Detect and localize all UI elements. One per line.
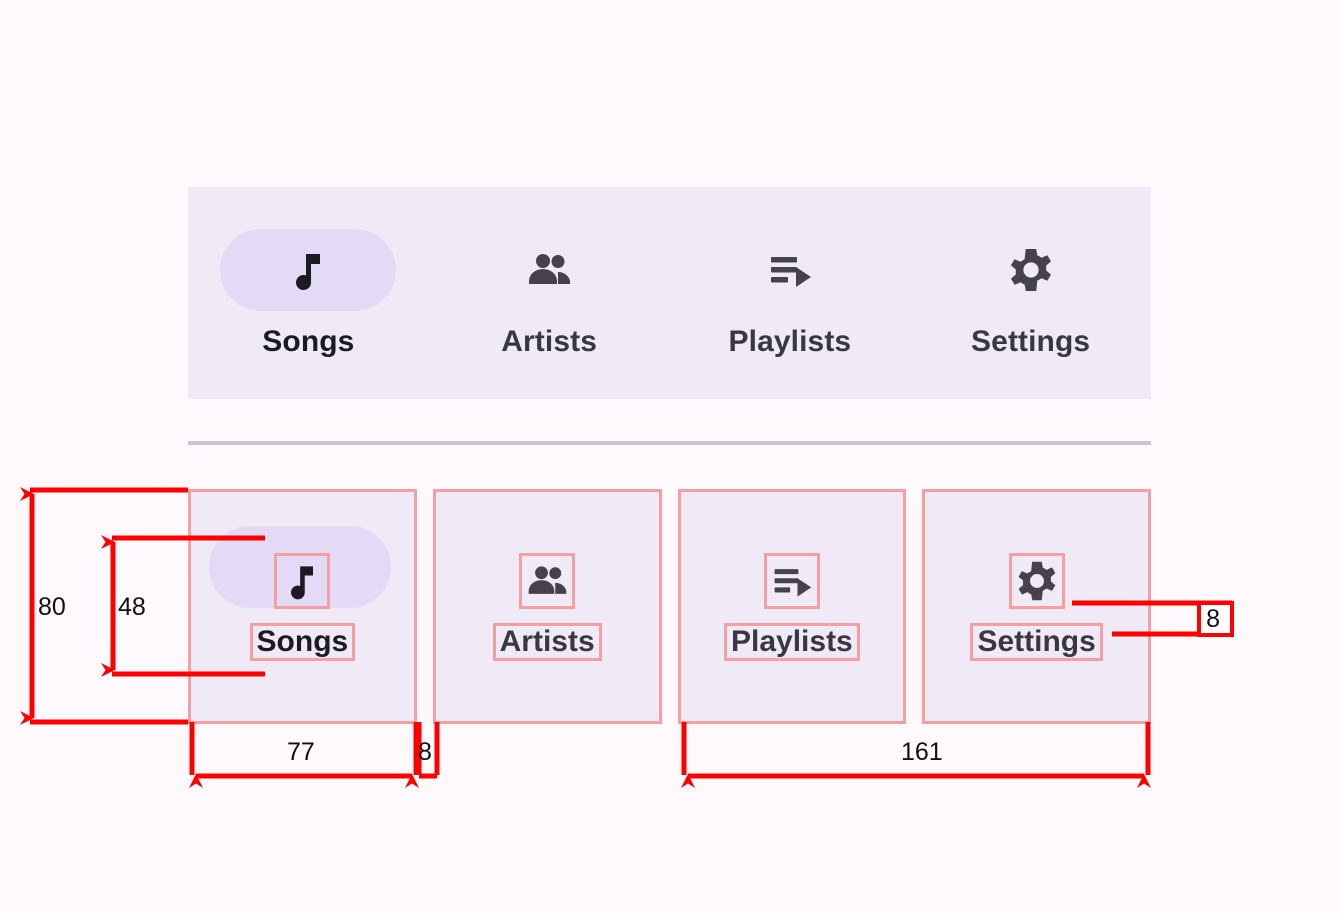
spec-icon-bounds-songs	[274, 552, 331, 609]
nav-label-artists: Artists	[501, 325, 597, 358]
spec-label-songs: Songs	[256, 624, 349, 658]
nav-item-settings[interactable]: Settings	[910, 187, 1151, 399]
music-note-icon	[291, 565, 314, 599]
spec-item-playlists[interactable]: Playlists	[677, 489, 907, 724]
spec-label-artists: Artists	[499, 624, 595, 658]
spec-item-settings[interactable]: Settings	[922, 489, 1151, 724]
spec-label-bounds-settings: Settings	[970, 622, 1103, 661]
dimension-annotations	[20, 487, 1232, 788]
spec-item-songs[interactable]: Songs	[188, 489, 417, 724]
nav-label-songs: Songs	[262, 325, 355, 358]
dim-pair-width: 161	[901, 738, 943, 766]
spec-icon-bounds-settings	[1008, 552, 1065, 609]
nav-indicator-playlists	[702, 229, 878, 311]
spec-label-playlists: Playlists	[731, 624, 853, 658]
dim-icon-size: 48	[118, 593, 146, 621]
nav-label-settings: Settings	[971, 325, 1091, 358]
dim-item-height: 80	[38, 593, 66, 621]
gear-icon	[1010, 249, 1051, 291]
spec-label-bounds-artists: Artists	[492, 622, 602, 661]
spec-canvas: Songs Artists Playlists Settings Songs A…	[0, 0, 1340, 913]
spec-label-settings: Settings	[977, 624, 1096, 658]
people-group-icon	[528, 565, 567, 594]
nav-item-artists[interactable]: Artists	[429, 187, 670, 399]
gear-icon	[1018, 561, 1055, 600]
nav-indicator-settings	[943, 229, 1119, 311]
section-divider	[188, 441, 1151, 445]
music-note-icon	[296, 254, 321, 291]
dim-item-gap: 8	[418, 738, 432, 766]
spec-icon-bounds-playlists	[763, 552, 820, 609]
spec-item-artists[interactable]: Artists	[432, 489, 662, 724]
queue-music-icon	[770, 257, 811, 287]
spec-icon-bounds-artists	[519, 552, 576, 609]
navigation-bar: Songs Artists Playlists Settings	[188, 187, 1151, 399]
dim-icon-label-gap: 8	[1197, 601, 1234, 637]
nav-item-songs[interactable]: Songs	[188, 187, 429, 399]
spec-label-bounds-playlists: Playlists	[724, 622, 860, 661]
nav-item-playlists[interactable]: Playlists	[670, 187, 911, 399]
queue-music-icon	[774, 568, 812, 597]
spec-label-bounds-songs: Songs	[249, 622, 356, 661]
people-group-icon	[529, 254, 571, 284]
dim-label-width: 77	[287, 738, 315, 766]
nav-label-playlists: Playlists	[728, 325, 852, 358]
active-indicator-pill	[220, 229, 397, 311]
spec-navigation-bar: Songs Artists Playlists Settings	[188, 489, 1151, 724]
nav-indicator-artists	[461, 229, 637, 311]
